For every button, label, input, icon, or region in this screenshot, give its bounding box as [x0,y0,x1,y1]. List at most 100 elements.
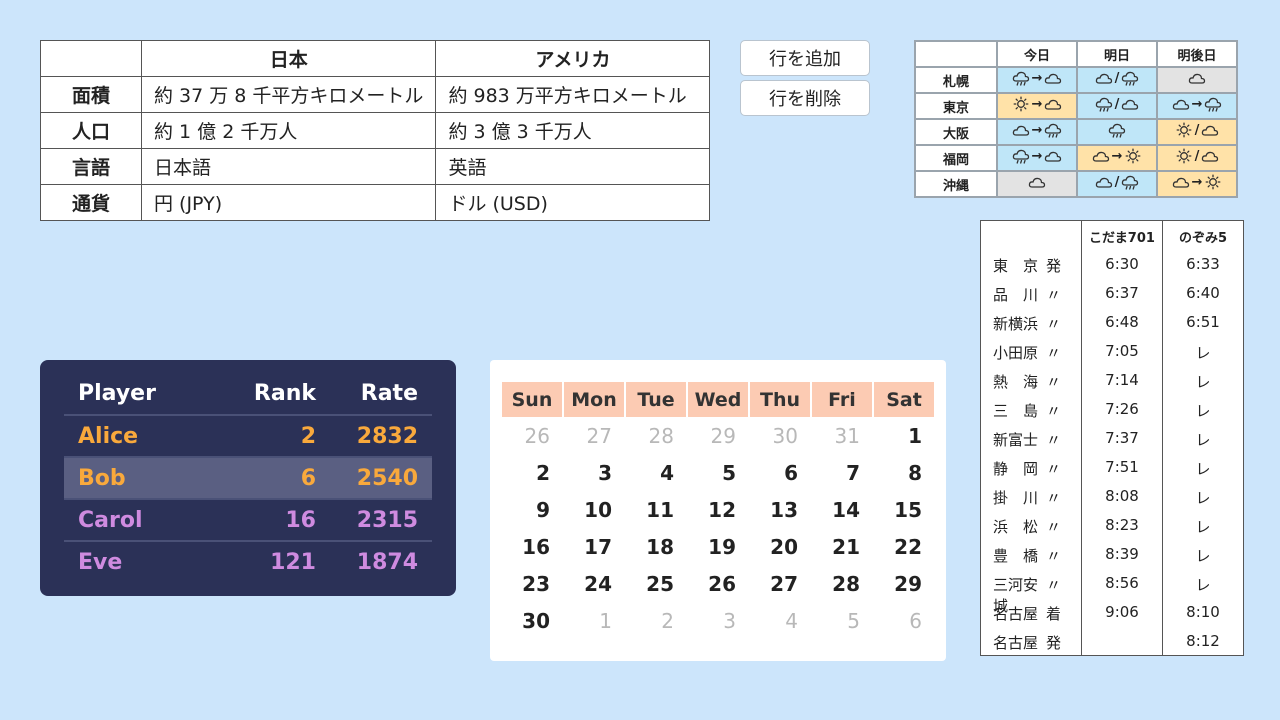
timetable-row: 三 島〃 7:26 レ [981,396,1243,425]
calendar-day[interactable]: 1 [872,424,922,448]
calendar-day-outside-month[interactable]: 6 [872,609,922,633]
sunny-icon [1012,96,1030,112]
calendar-day[interactable]: 23 [500,572,550,596]
calendar-day[interactable]: 2 [500,461,550,485]
calendar-day[interactable]: 18 [624,535,674,559]
calendar-day[interactable]: 29 [872,572,922,596]
calendar-day[interactable]: 17 [562,535,612,559]
calendar-day-outside-month[interactable]: 30 [748,424,798,448]
timetable-time-train2: レ [1195,518,1211,536]
calendar-day[interactable]: 11 [624,498,674,522]
timetable-station-name: 東 京 [993,257,1039,275]
delete-row-button[interactable]: 行を削除 [740,80,870,116]
rain-icon [1095,96,1113,112]
cloud-icon [1172,174,1190,190]
calendar-day[interactable]: 20 [748,535,798,559]
timetable-arr-dep-mark: 着 [1045,605,1061,623]
timetable-station-name: 品 川 [993,286,1039,304]
calendar-day-outside-month[interactable]: 28 [624,424,674,448]
weather-forecast-icons [1028,174,1046,190]
calendar-day-outside-month[interactable]: 31 [810,424,860,448]
calendar-day[interactable]: 3 [562,461,612,485]
timetable-row: 静 岡〃 7:51 レ [981,454,1243,483]
timetable-arr-dep-mark: 〃 [1045,547,1061,565]
weather-forecast-icons: / [1095,174,1140,190]
calendar-day[interactable]: 25 [624,572,674,596]
calendar-day-outside-month[interactable]: 26 [500,424,550,448]
cloud-icon [1044,70,1062,86]
timetable-station-name: 名古屋 [993,634,1039,652]
calendar-day[interactable]: 7 [810,461,860,485]
weather-forecast-cell [996,170,1078,198]
calendar-day[interactable]: 26 [686,572,736,596]
leaderboard-row[interactable]: Bob 6 2540 [64,458,432,499]
calendar-day[interactable]: 4 [624,461,674,485]
comparison-row: 通貨 円 (JPY) ドル (USD) [40,184,711,221]
calendar-day-outside-month[interactable]: 29 [686,424,736,448]
calendar-day-outside-month[interactable]: 1 [562,609,612,633]
leaderboard-panel: Player Rank Rate Alice 2 2832 Bob 6 2540 Carol… [40,360,456,596]
calendar-day[interactable]: 19 [686,535,736,559]
calendar-day[interactable]: 6 [748,461,798,485]
calendar-day-outside-month[interactable]: 2 [624,609,674,633]
calendar-day-outside-month[interactable]: 3 [686,609,736,633]
calendar-day[interactable]: 15 [872,498,922,522]
add-row-button[interactable]: 行を追加 [740,40,870,76]
leaderboard-row[interactable]: Eve 121 1874 [64,542,432,583]
leaderboard-rank: 6 [300,466,316,491]
calendar-day[interactable]: 27 [748,572,798,596]
arrow-right-icon: → [1031,122,1043,138]
timetable-row: 三河安城〃 8:56 レ [981,570,1243,615]
comparison-table: 日本 アメリカ 面積 約 37 万 8 千平方キロメートル 約 983 万平方キ… [40,40,711,221]
weather-day-today: 今日 [996,40,1078,68]
calendar-day-outside-month[interactable]: 27 [562,424,612,448]
weather-forecast-icons: → [1012,122,1063,138]
calendar-day[interactable]: 30 [500,609,550,633]
timetable-arr-dep-mark: 〃 [1045,460,1061,478]
calendar-day[interactable]: 28 [810,572,860,596]
timetable-station-name: 三 島 [993,402,1039,420]
weather-forecast-icons: → [1012,148,1063,164]
timetable-station: 品 川〃 [993,284,1061,305]
weather-forecast-icons: → [1172,174,1223,190]
calendar-day[interactable]: 5 [686,461,736,485]
timetable-arr-dep-mark: 〃 [1045,402,1061,420]
calendar-day[interactable]: 13 [748,498,798,522]
arrow-right-icon: → [1031,148,1043,164]
rain-icon [1121,174,1139,190]
calendar-day-outside-month[interactable]: 4 [748,609,798,633]
rain-icon [1044,122,1062,138]
arrow-right-icon: → [1031,70,1043,86]
calendar-day[interactable]: 10 [562,498,612,522]
weather-city-label: 福岡 [914,144,998,172]
calendar-day[interactable]: 12 [686,498,736,522]
leaderboard-row[interactable]: Carol 16 2315 [64,500,432,541]
leaderboard-rate: 2832 [356,424,418,449]
weather-forecast-cell: / [1156,118,1238,146]
weather-forecast-cell: / [1076,66,1158,94]
calendar-day[interactable]: 14 [810,498,860,522]
timetable-train-header: のぞみ5 [1178,231,1228,246]
timetable-time-train2: レ [1195,460,1211,478]
weather-day-after-tomorrow: 明後日 [1156,40,1238,68]
weather-forecast-icons [1108,122,1126,138]
weather-forecast-icons: → [1172,96,1223,112]
calendar-day-outside-month[interactable]: 5 [810,609,860,633]
calendar-day[interactable]: 22 [872,535,922,559]
calendar-day[interactable]: 24 [562,572,612,596]
leaderboard-row[interactable]: Alice 2 2832 [64,416,432,457]
arrow-right-icon: → [1191,174,1203,190]
weather-row: 札幌 → / [914,66,1238,94]
leaderboard-rank: 2 [300,424,316,449]
timetable-time-train2: 8:12 [1186,632,1220,650]
calendar-day[interactable]: 16 [500,535,550,559]
calendar-day[interactable]: 21 [810,535,860,559]
comparison-cell-japan: 日本語 [140,148,437,185]
sunny-icon [1204,174,1222,190]
calendar-day[interactable]: 8 [872,461,922,485]
weather-forecast-cell: → [996,144,1078,172]
weather-forecast-cell: / [1076,92,1158,120]
cloud-icon [1201,122,1219,138]
calendar-day[interactable]: 9 [500,498,550,522]
timetable-row: 小田原〃 7:05 レ [981,338,1243,367]
